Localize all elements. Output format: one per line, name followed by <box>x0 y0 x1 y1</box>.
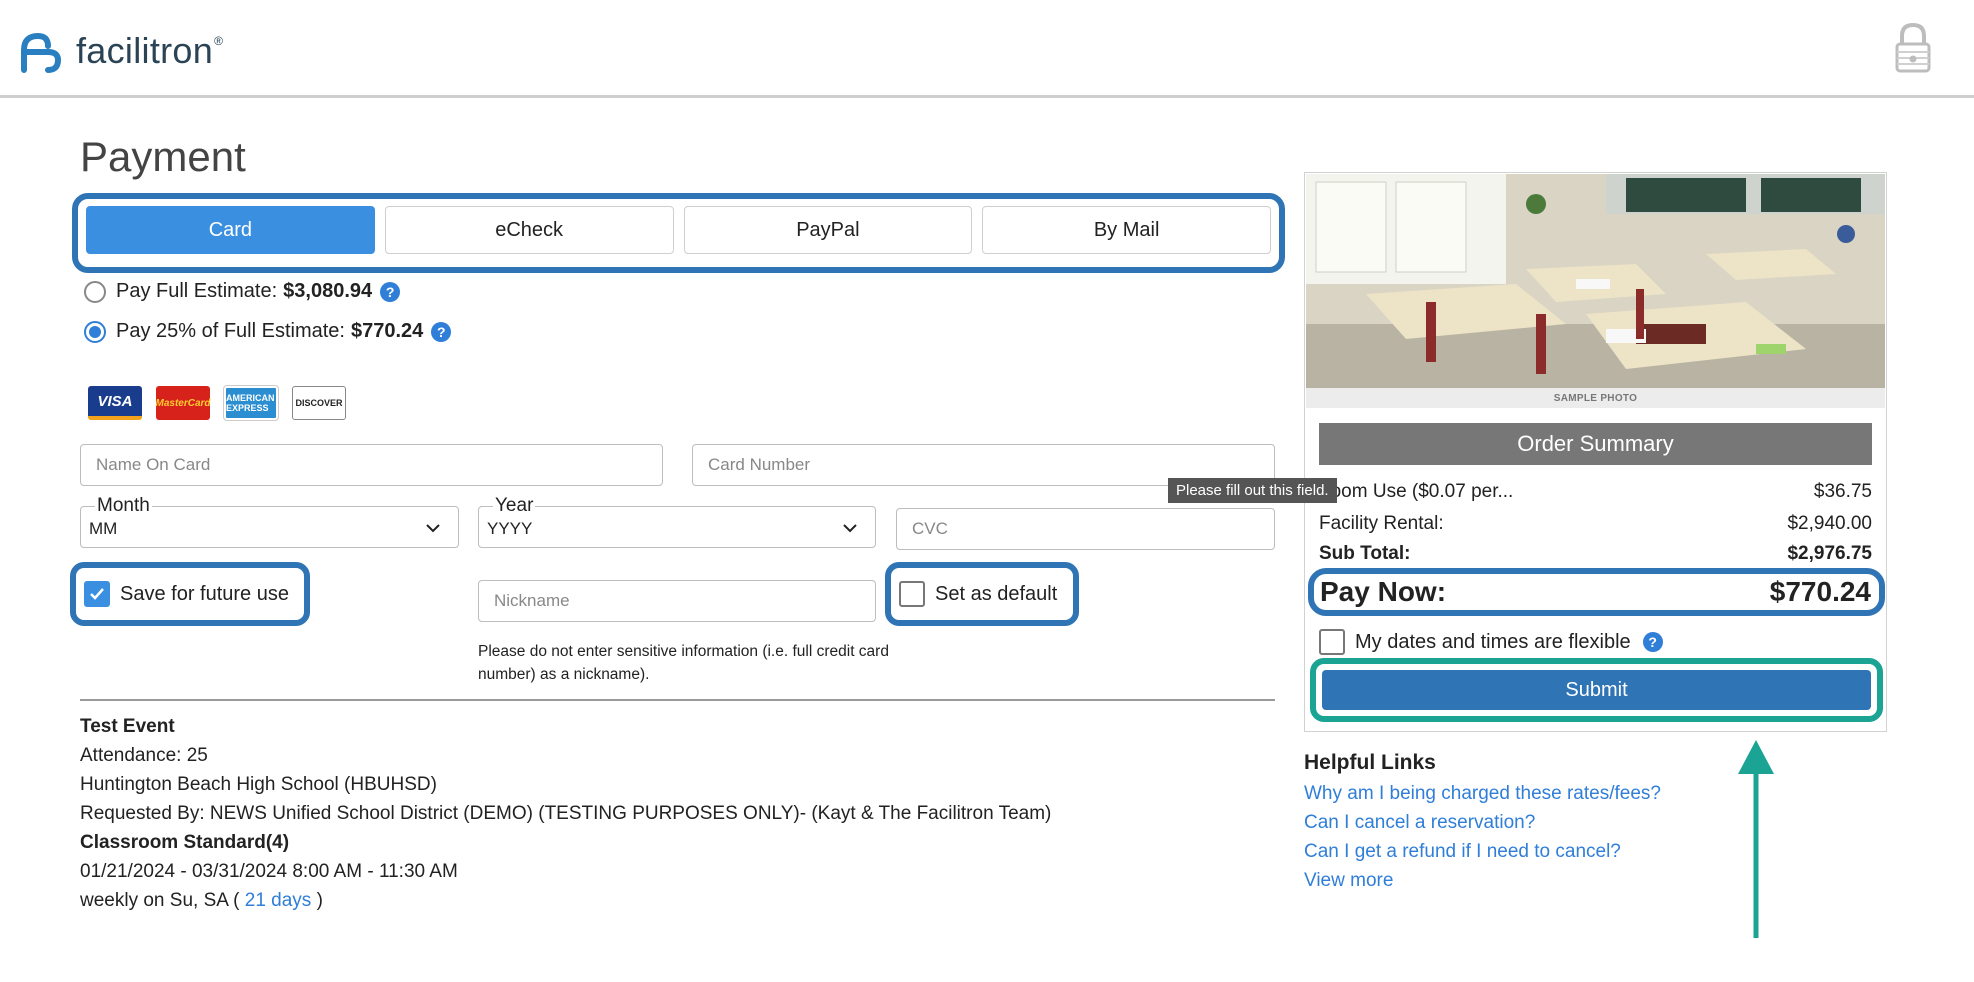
recurrence-days-link[interactable]: 21 days <box>245 890 312 911</box>
event-details: Test Event Attendance: 25 Huntington Bea… <box>80 712 1051 915</box>
chevron-down-icon <box>426 524 440 533</box>
discover-logo: DISCOVER <box>292 386 346 420</box>
helpful-link-rates[interactable]: Why am I being charged these rates/fees? <box>1304 779 1661 808</box>
help-icon[interactable]: ? <box>431 321 452 342</box>
year-value: YYYY <box>487 519 533 538</box>
mastercard-logo: MasterCard <box>155 386 211 420</box>
order-row: troom Use ($0.07 per... $36.75 <box>1319 481 1872 503</box>
accepted-cards: VISA MasterCard AMERICAN EXPRESS DISCOVE… <box>88 386 346 420</box>
helpful-link-view-more[interactable]: View more <box>1304 866 1661 895</box>
pay-partial-option[interactable]: Pay 25% of Full Estimate: $770.24 ? <box>84 320 452 343</box>
pay-partial-radio[interactable] <box>84 320 106 343</box>
subtotal-label: Sub Total: <box>1319 543 1411 564</box>
nickname-note: Please do not enter sensitive informatio… <box>478 643 889 683</box>
tab-by-mail[interactable]: By Mail <box>982 206 1271 254</box>
photo-caption: SAMPLE PHOTO <box>1306 388 1885 408</box>
month-value: MM <box>89 519 118 538</box>
helpful-link-cancel[interactable]: Can I cancel a reservation? <box>1304 808 1661 837</box>
pay-full-amount: $3,080.94 <box>283 280 373 302</box>
pay-now-label: Pay Now: <box>1320 576 1447 607</box>
pay-now-amount: $770.24 <box>1769 576 1871 607</box>
event-school: Huntington Beach High School (HBUHSD) <box>80 774 437 795</box>
pay-full-option[interactable]: Pay Full Estimate: $3,080.94 ? <box>84 280 401 303</box>
top-header: facilitron® <box>0 0 1974 98</box>
default-checkbox[interactable] <box>899 581 925 607</box>
flexible-dates-label: My dates and times are flexible <box>1355 630 1631 653</box>
pay-partial-label: Pay 25% of Full Estimate: <box>116 320 345 342</box>
pay-partial-amount: $770.24 <box>350 320 424 342</box>
logo-text: facilitron® <box>76 30 224 71</box>
classroom-illustration <box>1306 174 1885 388</box>
pay-full-label: Pay Full Estimate: <box>116 280 278 302</box>
chevron-down-icon <box>843 524 857 533</box>
help-icon[interactable]: ? <box>380 281 401 302</box>
visa-logo: VISA <box>88 386 142 420</box>
payment-method-tabs: Card eCheck PayPal By Mail <box>72 193 1285 273</box>
helpful-link-refund[interactable]: Can I get a refund if I need to cancel? <box>1304 837 1661 866</box>
year-label: Year <box>493 495 536 517</box>
arrow-up-icon <box>1738 740 1774 938</box>
event-attendance: Attendance: 25 <box>80 745 208 766</box>
save-for-future-checkbox[interactable]: Save for future use <box>70 562 310 626</box>
helpful-links-title: Helpful Links <box>1304 751 1436 774</box>
order-row-value: $2,940.00 <box>1787 513 1872 534</box>
checkmark-icon <box>90 588 104 600</box>
save-checkbox[interactable] <box>84 581 110 607</box>
year-select[interactable]: Year YYYY <box>478 495 876 548</box>
event-dates: 01/21/2024 - 03/31/2024 8:00 AM - 11:30 … <box>80 861 458 882</box>
page-title: Payment <box>80 133 246 180</box>
cvc-input[interactable] <box>896 508 1275 550</box>
tab-echeck[interactable]: eCheck <box>384 206 674 254</box>
set-as-default-checkbox[interactable]: Set as default <box>885 562 1079 626</box>
classroom-photo: SAMPLE PHOTO <box>1306 174 1885 408</box>
helpful-links: Helpful Links Why am I being charged the… <box>1304 748 1661 895</box>
validation-tooltip: Please fill out this field. <box>1168 478 1337 503</box>
event-recurrence: weekly on Su, SA ( 21 days ) <box>80 890 323 911</box>
order-summary-title: Order Summary <box>1319 423 1872 465</box>
default-label: Set as default <box>935 582 1058 605</box>
name-on-card-input[interactable] <box>80 444 663 486</box>
lock-icon[interactable] <box>1894 22 1932 74</box>
help-icon[interactable]: ? <box>1642 632 1663 652</box>
order-summary-panel: SAMPLE PHOTO Order Summary troom Use ($0… <box>1304 172 1887 732</box>
month-select[interactable]: Month MM <box>80 495 459 548</box>
submit-highlight: Submit <box>1310 658 1883 722</box>
amex-logo: AMERICAN EXPRESS <box>224 386 278 420</box>
facilitron-logo[interactable]: facilitron® <box>18 28 223 74</box>
tab-paypal[interactable]: PayPal <box>683 206 973 254</box>
flexible-dates-option[interactable]: My dates and times are flexible ? <box>1319 629 1663 655</box>
pay-full-radio[interactable] <box>84 280 106 303</box>
order-row-value: $36.75 <box>1813 481 1872 502</box>
tab-card[interactable]: Card <box>86 206 375 254</box>
facilitron-logo-icon <box>21 32 62 73</box>
divider <box>80 699 1275 701</box>
submit-button[interactable]: Submit <box>1322 670 1871 710</box>
subtotal-row: Sub Total: $2,976.75 <box>1319 543 1872 565</box>
subtotal-value: $2,976.75 <box>1787 543 1872 564</box>
flexible-dates-checkbox[interactable] <box>1319 629 1345 655</box>
order-row: Facility Rental: $2,940.00 <box>1319 513 1872 535</box>
event-title: Test Event <box>80 716 175 737</box>
pay-now-row: Pay Now: $770.24 <box>1308 568 1885 616</box>
order-row-label: Facility Rental: <box>1319 513 1444 534</box>
month-label: Month <box>95 495 152 517</box>
nickname-input[interactable] <box>478 580 876 622</box>
order-row-label: troom Use ($0.07 per... <box>1319 481 1514 502</box>
save-label: Save for future use <box>120 582 289 605</box>
event-room: Classroom Standard(4) <box>80 832 290 853</box>
event-requested-by: Requested By: NEWS Unified School Distri… <box>80 803 1052 824</box>
